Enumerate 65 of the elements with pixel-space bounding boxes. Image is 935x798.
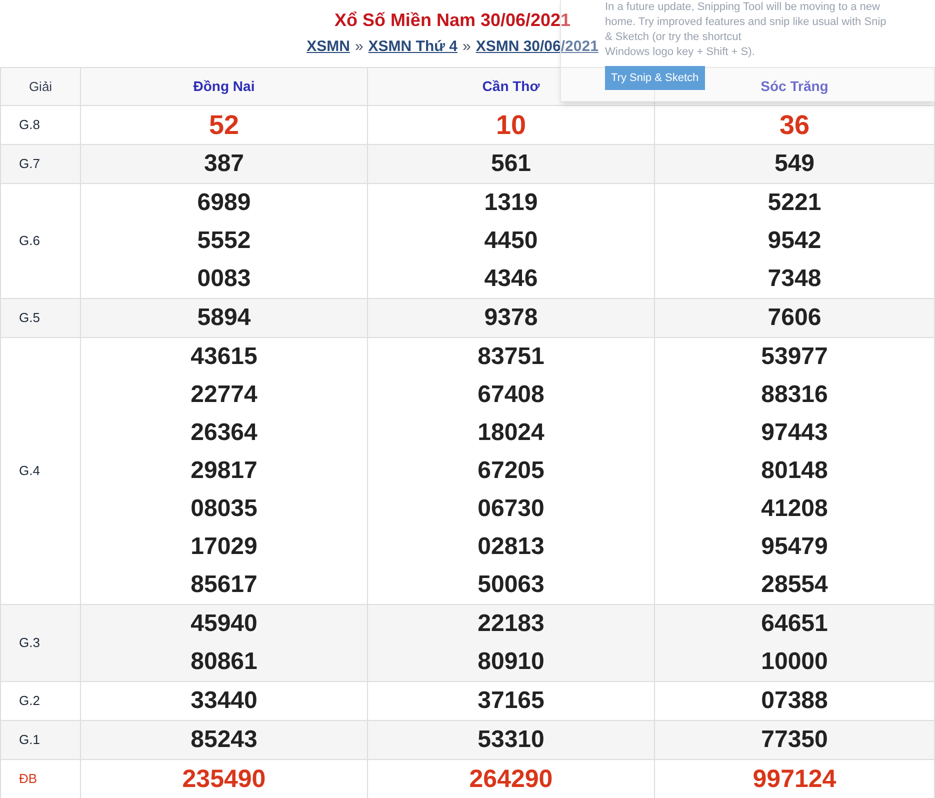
lottery-number: 80861 [190,647,258,677]
lottery-number: 64651 [760,609,829,639]
lottery-number: 17029 [190,532,258,562]
lottery-number: 18024 [476,418,546,448]
prize-label: ĐB [0,760,80,798]
lottery-number: 95479 [760,532,829,562]
lottery-number: 10000 [760,647,829,677]
column-header: Giải [0,68,80,106]
lottery-number: 264290 [468,764,554,795]
lottery-number: 33440 [190,686,258,716]
lottery-number: 67408 [476,380,546,410]
lottery-number: 37165 [476,686,546,716]
lottery-number: 50063 [476,570,546,600]
lottery-number: 36 [778,109,811,142]
lottery-number: 1319 [483,188,539,218]
lottery-number: 02813 [476,532,546,562]
lottery-number: 9378 [483,303,539,333]
lottery-number: 29817 [190,456,258,486]
lottery-number: 0083 [196,264,252,294]
lottery-number: 43615 [190,342,258,372]
lottery-number: 07388 [760,686,829,716]
lottery-number: 6989 [196,188,252,218]
lottery-number: 4450 [483,226,539,256]
lottery-number: 5552 [196,226,252,256]
lottery-number: 22183 [476,609,546,639]
breadcrumb-separator: » [354,37,364,57]
lottery-number: 5221 [766,188,822,218]
lottery-number: 06730 [476,494,546,524]
lottery-number: 85617 [190,570,258,600]
lottery-number: 80148 [760,456,829,486]
lottery-number: 53977 [760,342,829,372]
lottery-number: 22774 [190,380,258,410]
lottery-number: 83751 [476,342,546,372]
prize-label: G.4 [0,338,80,604]
lottery-number: 387 [202,149,246,179]
breadcrumb-link[interactable]: XSMN 30/06/2021 [476,37,598,57]
lottery-number: 4346 [483,264,539,294]
column-header: Đồng Nai [80,68,368,106]
lottery-number: 45940 [190,609,258,639]
lottery-number: 97443 [760,418,829,448]
lottery-number: 41208 [760,494,829,524]
lottery-number: 10 [494,109,528,142]
lottery-number: 85243 [190,725,258,755]
notification-text: In a future update, Snipping Tool will be moving to a new home. Try improved features and snip like usual with Snip & Sketch (or try the shortcut Windows logo key + Shift + S). [605,0,888,60]
lottery-number: 7348 [766,264,822,294]
lottery-number: 08035 [190,494,258,524]
lottery-number: 88316 [760,380,829,410]
lottery-number: 28554 [760,570,829,600]
lottery-number: 561 [490,149,532,179]
lottery-number: 26364 [190,418,258,448]
lottery-number: 52 [208,109,240,142]
lottery-number: 53310 [476,725,546,755]
breadcrumb-link[interactable]: XSMN [306,37,350,57]
page-title: Xổ Số Miền Nam 30/06/2021 [334,9,571,32]
breadcrumb-link[interactable]: XSMN Thứ 4 [368,37,458,57]
lottery-number: 80910 [476,647,546,677]
lottery-number: 77350 [760,725,829,755]
lottery-number: 9542 [766,226,822,256]
lottery-number: 7606 [766,303,822,333]
lottery-number: 5894 [196,303,252,333]
lottery-number: 549 [773,149,816,179]
lottery-number: 67205 [476,456,546,486]
breadcrumb-separator: » [462,37,471,57]
lottery-number: 997124 [752,764,838,795]
lottery-number: 235490 [181,764,267,795]
